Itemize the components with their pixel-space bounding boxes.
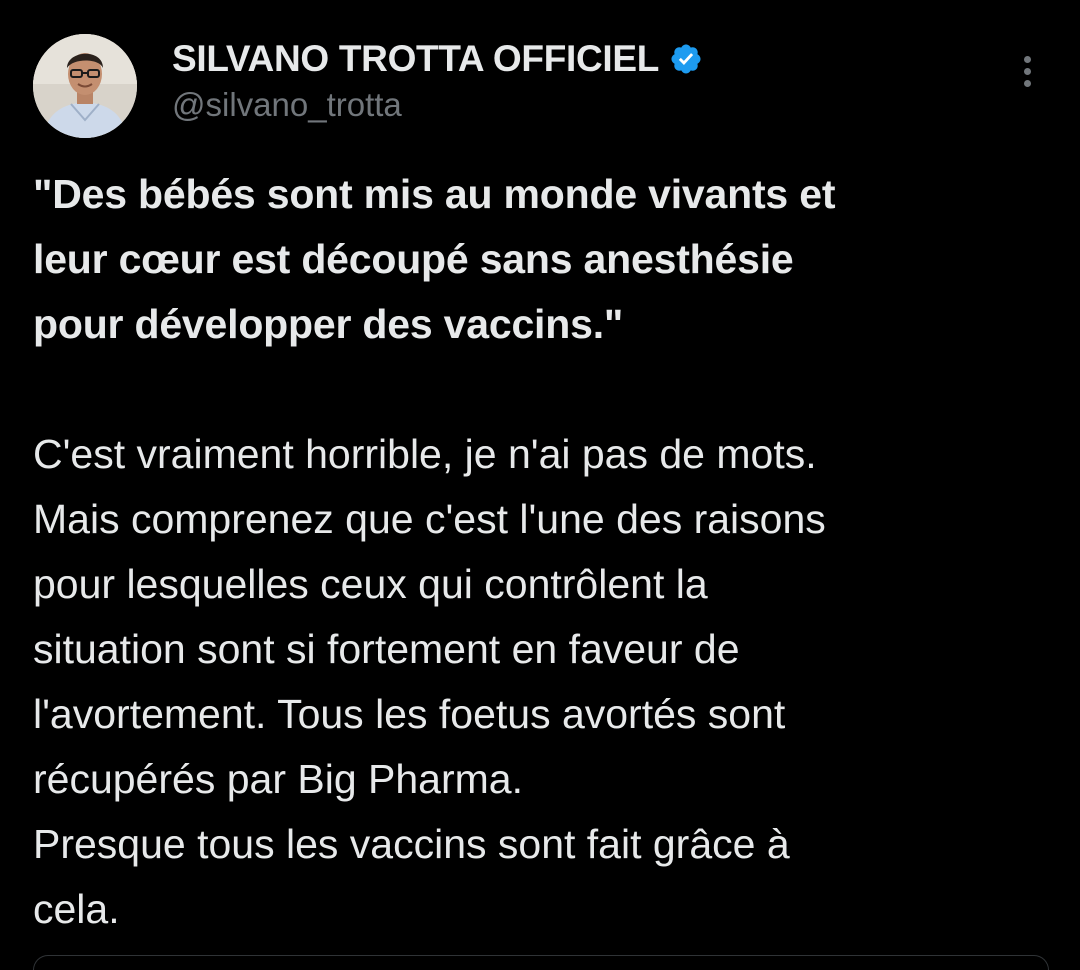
tweet-body-line: récupérés par Big Pharma. [33,756,523,802]
tweet-body-line: cela. [33,886,120,932]
tweet-body-line: pour lesquelles ceux qui contrôlent la [33,561,708,607]
tweet-body-line: Presque tous les vaccins sont fait grâce… [33,821,790,867]
more-vertical-icon[interactable] [1010,56,1044,96]
author-handle[interactable]: @silvano_trotta [172,86,402,124]
avatar[interactable] [33,34,137,138]
tweet: SILVANO TROTTA OFFICIEL @silvano_trotta … [0,0,1080,970]
author-name-row[interactable]: SILVANO TROTTA OFFICIEL [172,36,703,82]
tweet-text: "Des bébés sont mis au monde vivants et … [33,162,1053,942]
tweet-quote-line: "Des bébés sont mis au monde vivants et [33,171,836,217]
tweet-body-line: l'avortement. Tous les foetus avortés so… [33,691,786,737]
avatar-image [33,34,137,138]
more-dot [1023,68,1031,75]
tweet-quote-line: pour développer des vaccins." [33,301,624,347]
display-name[interactable]: SILVANO TROTTA OFFICIEL [172,38,659,80]
tweet-body-line: Mais comprenez que c'est l'une des raiso… [33,496,826,542]
more-dot [1023,80,1031,87]
tweet-quote-line: leur cœur est découpé sans anesthésie [33,236,794,282]
verified-badge-icon [671,44,701,74]
paragraph-break [33,357,1053,422]
more-dot [1023,56,1031,63]
embedded-card-edge [33,955,1049,970]
tweet-body-line: C'est vraiment horrible, je n'ai pas de … [33,431,817,477]
tweet-body-line: situation sont si fortement en faveur de [33,626,740,672]
